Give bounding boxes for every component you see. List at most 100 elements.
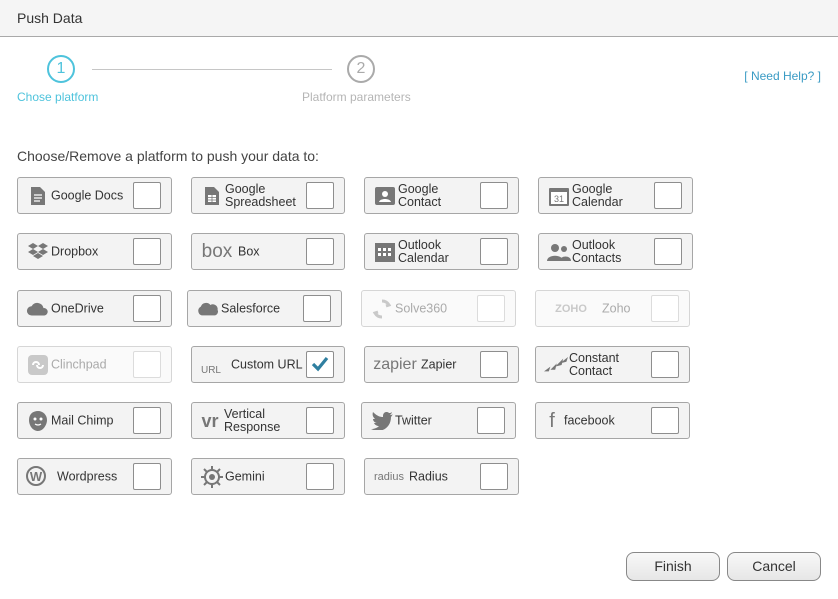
platform-tile-outlook-calendar[interactable]: Outlook Calendar: [364, 233, 519, 270]
outlook-calendar-icon: [373, 241, 397, 263]
need-help-link[interactable]: [ Need Help? ]: [744, 69, 821, 83]
platform-label: Dropbox: [51, 244, 99, 258]
platform-checkbox[interactable]: [480, 238, 508, 265]
step-2-circle[interactable]: 2: [347, 55, 375, 83]
platform-tile-gemini[interactable]: Gemini: [191, 458, 345, 495]
svg-text:31: 31: [554, 194, 564, 204]
platform-tile-outlook-contacts[interactable]: Outlook Contacts: [538, 233, 693, 270]
step-2-label: Platform parameters: [302, 90, 411, 104]
cancel-button[interactable]: Cancel: [727, 552, 821, 581]
platform-label: Zoho: [602, 301, 631, 315]
platform-checkbox: [133, 351, 161, 378]
google-docs-icon: [26, 185, 50, 207]
instructions-text: Choose/Remove a platform to push your da…: [17, 148, 319, 164]
step-1-circle[interactable]: 1: [47, 55, 75, 83]
checkmark-icon: [311, 356, 329, 372]
vertical-response-icon: vr: [200, 410, 220, 432]
platform-label: Gemini: [225, 469, 265, 483]
platform-tile-wordpress[interactable]: W Wordpress: [17, 458, 172, 495]
platform-tile-google-calendar[interactable]: 31 Google Calendar: [538, 177, 693, 214]
platform-tile-salesforce[interactable]: Salesforce: [187, 290, 342, 327]
onedrive-icon: [26, 298, 50, 320]
platform-checkbox[interactable]: [133, 182, 161, 209]
dropbox-icon: [26, 241, 50, 263]
platform-checkbox[interactable]: [651, 407, 679, 434]
platform-checkbox[interactable]: [654, 182, 682, 209]
platform-checkbox[interactable]: [480, 351, 508, 378]
vertical-response-text: vr: [201, 410, 219, 431]
wordpress-text: W: [29, 468, 43, 484]
outlook-contacts-icon: [547, 241, 571, 263]
platform-tile-facebook[interactable]: f facebook: [535, 402, 690, 439]
zapier-logo-icon: zapier: [373, 354, 417, 376]
platform-label: Radius: [409, 469, 448, 483]
platform-tile-zoho: ZOHO Zoho: [535, 290, 690, 327]
platform-tile-zapier[interactable]: zapier Zapier: [364, 346, 519, 383]
step-connector: [92, 69, 332, 70]
platform-checkbox[interactable]: [651, 351, 679, 378]
twitter-icon: [370, 410, 394, 432]
platform-label: Google Spreadsheet: [225, 181, 296, 209]
platform-checkbox[interactable]: [306, 238, 334, 265]
platform-tile-clinchpad: Clinchpad: [17, 346, 172, 383]
platform-checkbox[interactable]: [133, 295, 161, 322]
platform-checkbox[interactable]: [303, 295, 331, 322]
platform-tile-dropbox[interactable]: Dropbox: [17, 233, 172, 270]
platform-checkbox[interactable]: [306, 407, 334, 434]
platform-tile-google-docs[interactable]: Google Docs: [17, 177, 172, 214]
step-1-label: Chose platform: [17, 90, 99, 104]
wordpress-icon: W: [26, 466, 46, 486]
platform-tile-box[interactable]: box Box: [191, 233, 345, 270]
radius-logo-text: radius: [374, 471, 404, 483]
platform-tile-radius[interactable]: radius Radius: [364, 458, 519, 495]
platform-tile-solve360: Solve360: [361, 290, 516, 327]
platform-label: Google Docs: [51, 188, 124, 202]
custom-url-text: URL: [200, 365, 221, 376]
platform-checkbox[interactable]: [477, 407, 505, 434]
platform-tile-vertical-response[interactable]: vr Vertical Response: [191, 402, 345, 439]
platform-label: Custom URL: [231, 357, 303, 371]
google-contact-icon: [373, 185, 397, 207]
platform-checkbox: [477, 295, 505, 322]
platform-tile-constant-contact[interactable]: Constant Contact: [535, 346, 690, 383]
platform-label: Clinchpad: [51, 357, 107, 371]
platform-checkbox[interactable]: [480, 182, 508, 209]
platform-label: Google Calendar: [572, 181, 623, 209]
facebook-icon: f: [544, 410, 560, 432]
platform-label: Outlook Contacts: [572, 237, 622, 265]
platform-checkbox[interactable]: [654, 238, 682, 265]
zapier-logo-text: zapier: [373, 356, 417, 373]
platform-tile-google-contact[interactable]: Google Contact: [364, 177, 519, 214]
platform-tile-custom-url[interactable]: URL Custom URL: [191, 346, 345, 383]
platform-checkbox[interactable]: [133, 238, 161, 265]
platform-checkbox[interactable]: [306, 351, 334, 378]
window-title: Push Data: [17, 10, 83, 26]
platform-checkbox[interactable]: [306, 463, 334, 490]
platform-label: Zapier: [421, 357, 457, 371]
custom-url-icon: URL: [200, 354, 222, 376]
platform-checkbox: [651, 295, 679, 322]
platform-label: Twitter: [395, 413, 432, 427]
platform-label: Outlook Calendar: [398, 237, 449, 265]
platform-label: Solve360: [395, 301, 448, 315]
platform-checkbox[interactable]: [133, 463, 161, 490]
google-calendar-icon: 31: [547, 185, 571, 207]
platform-tile-mail-chimp[interactable]: Mail Chimp: [17, 402, 172, 439]
box-logo-text: box: [201, 241, 233, 262]
clinchpad-icon: [26, 354, 50, 376]
platform-label: Salesforce: [221, 301, 281, 315]
platform-label: Box: [238, 244, 260, 258]
platform-label: OneDrive: [51, 301, 104, 315]
platform-tile-onedrive[interactable]: OneDrive: [17, 290, 172, 327]
box-logo-icon: box: [200, 241, 234, 263]
zoho-logo-text: ZOHO: [555, 303, 587, 315]
platform-label: facebook: [564, 413, 615, 427]
platform-tile-twitter[interactable]: Twitter: [361, 402, 516, 439]
platform-tile-google-spreadsheet[interactable]: Google Spreadsheet: [191, 177, 345, 214]
platform-label: Wordpress: [57, 469, 118, 483]
platform-checkbox[interactable]: [133, 407, 161, 434]
constant-contact-icon: [544, 354, 568, 376]
platform-checkbox[interactable]: [480, 463, 508, 490]
platform-checkbox[interactable]: [306, 182, 334, 209]
finish-button[interactable]: Finish: [626, 552, 720, 581]
